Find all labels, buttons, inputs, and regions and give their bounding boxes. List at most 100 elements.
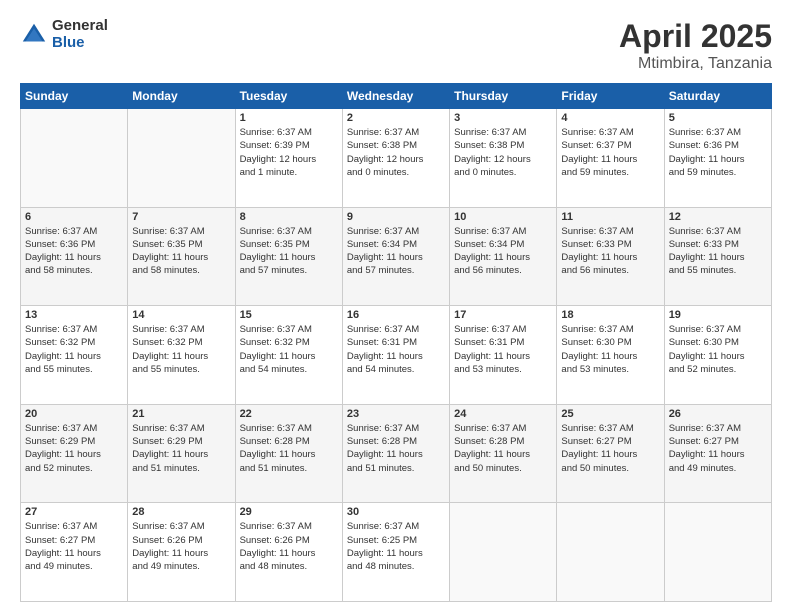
day-cell: 28 Sunrise: 6:37 AM Sunset: 6:26 PM Dayli… [128, 503, 235, 602]
logo-blue: Blue [52, 35, 108, 52]
day-number: 2 [347, 112, 445, 124]
day-number: 26 [669, 408, 767, 420]
week-row-1: 6 Sunrise: 6:37 AM Sunset: 6:36 PM Daylig… [21, 207, 772, 306]
day-info: Sunrise: 6:37 AM Sunset: 6:38 PM Dayligh… [454, 126, 552, 179]
page: General Blue April 2025 Mtimbira, Tanzan… [0, 0, 792, 612]
day-cell: 23 Sunrise: 6:37 AM Sunset: 6:28 PM Dayli… [342, 404, 449, 503]
logo-text: General Blue [52, 18, 108, 51]
day-info: Sunrise: 6:37 AM Sunset: 6:33 PM Dayligh… [561, 225, 659, 278]
day-cell: 2 Sunrise: 6:37 AM Sunset: 6:38 PM Daylig… [342, 109, 449, 208]
day-cell: 20Sunrise: 6:37 AM Sunset: 6:29 PM Dayli… [21, 404, 128, 503]
col-saturday: Saturday [664, 84, 771, 109]
day-number: 10 [454, 211, 552, 223]
day-info: Sunrise: 6:37 AM Sunset: 6:31 PM Dayligh… [454, 323, 552, 376]
week-row-2: 13Sunrise: 6:37 AM Sunset: 6:32 PM Dayli… [21, 306, 772, 405]
day-cell: 17 Sunrise: 6:37 AM Sunset: 6:31 PM Dayli… [450, 306, 557, 405]
day-number: 24 [454, 408, 552, 420]
day-info: Sunrise: 6:37 AM Sunset: 6:35 PM Dayligh… [132, 225, 230, 278]
day-cell: 4Sunrise: 6:37 AM Sunset: 6:37 PM Daylig… [557, 109, 664, 208]
day-info: Sunrise: 6:37 AM Sunset: 6:35 PM Dayligh… [240, 225, 338, 278]
day-number: 18 [561, 309, 659, 321]
day-cell: 9 Sunrise: 6:37 AM Sunset: 6:34 PM Daylig… [342, 207, 449, 306]
day-cell [450, 503, 557, 602]
col-tuesday: Tuesday [235, 84, 342, 109]
day-number: 23 [347, 408, 445, 420]
day-info: Sunrise: 6:37 AM Sunset: 6:29 PM Dayligh… [132, 422, 230, 475]
day-info: Sunrise: 6:37 AM Sunset: 6:29 PM Dayligh… [25, 422, 123, 475]
day-info: Sunrise: 6:37 AM Sunset: 6:26 PM Dayligh… [132, 520, 230, 573]
day-cell: 24 Sunrise: 6:37 AM Sunset: 6:28 PM Dayli… [450, 404, 557, 503]
day-cell: 11 Sunrise: 6:37 AM Sunset: 6:33 PM Dayli… [557, 207, 664, 306]
day-number: 30 [347, 506, 445, 518]
day-cell: 15 Sunrise: 6:37 AM Sunset: 6:32 PM Dayli… [235, 306, 342, 405]
day-number: 12 [669, 211, 767, 223]
day-number: 3 [454, 112, 552, 124]
day-info: Sunrise: 6:37 AM Sunset: 6:25 PM Dayligh… [347, 520, 445, 573]
day-cell: 29 Sunrise: 6:37 AM Sunset: 6:26 PM Dayli… [235, 503, 342, 602]
day-cell: 27Sunrise: 6:37 AM Sunset: 6:27 PM Dayli… [21, 503, 128, 602]
day-cell [128, 109, 235, 208]
day-cell [21, 109, 128, 208]
day-number: 28 [132, 506, 230, 518]
title-block: April 2025 Mtimbira, Tanzania [619, 18, 772, 73]
day-cell: 13Sunrise: 6:37 AM Sunset: 6:32 PM Dayli… [21, 306, 128, 405]
day-number: 7 [132, 211, 230, 223]
calendar-subtitle: Mtimbira, Tanzania [619, 55, 772, 73]
day-info: Sunrise: 6:37 AM Sunset: 6:27 PM Dayligh… [669, 422, 767, 475]
day-number: 1 [240, 112, 338, 124]
calendar-table: Sunday Monday Tuesday Wednesday Thursday… [20, 83, 772, 602]
day-cell: 30 Sunrise: 6:37 AM Sunset: 6:25 PM Dayli… [342, 503, 449, 602]
week-row-0: 1 Sunrise: 6:37 AM Sunset: 6:39 PM Daylig… [21, 109, 772, 208]
logo-general: General [52, 18, 108, 35]
day-info: Sunrise: 6:37 AM Sunset: 6:32 PM Dayligh… [132, 323, 230, 376]
day-info: Sunrise: 6:37 AM Sunset: 6:36 PM Dayligh… [25, 225, 123, 278]
day-number: 11 [561, 211, 659, 223]
day-cell: 5Sunrise: 6:37 AM Sunset: 6:36 PM Daylig… [664, 109, 771, 208]
col-wednesday: Wednesday [342, 84, 449, 109]
day-cell: 1 Sunrise: 6:37 AM Sunset: 6:39 PM Daylig… [235, 109, 342, 208]
logo-icon [20, 21, 48, 49]
day-number: 14 [132, 309, 230, 321]
day-number: 8 [240, 211, 338, 223]
day-info: Sunrise: 6:37 AM Sunset: 6:34 PM Dayligh… [347, 225, 445, 278]
day-info: Sunrise: 6:37 AM Sunset: 6:37 PM Dayligh… [561, 126, 659, 179]
header-row: Sunday Monday Tuesday Wednesday Thursday… [21, 84, 772, 109]
day-info: Sunrise: 6:37 AM Sunset: 6:34 PM Dayligh… [454, 225, 552, 278]
day-info: Sunrise: 6:37 AM Sunset: 6:32 PM Dayligh… [240, 323, 338, 376]
day-cell: 7 Sunrise: 6:37 AM Sunset: 6:35 PM Daylig… [128, 207, 235, 306]
calendar-title: April 2025 [619, 18, 772, 55]
col-sunday: Sunday [21, 84, 128, 109]
day-cell: 26 Sunrise: 6:37 AM Sunset: 6:27 PM Dayli… [664, 404, 771, 503]
day-cell: 21 Sunrise: 6:37 AM Sunset: 6:29 PM Dayli… [128, 404, 235, 503]
day-info: Sunrise: 6:37 AM Sunset: 6:38 PM Dayligh… [347, 126, 445, 179]
day-cell: 19Sunrise: 6:37 AM Sunset: 6:30 PM Dayli… [664, 306, 771, 405]
col-friday: Friday [557, 84, 664, 109]
day-info: Sunrise: 6:37 AM Sunset: 6:30 PM Dayligh… [669, 323, 767, 376]
day-cell: 8 Sunrise: 6:37 AM Sunset: 6:35 PM Daylig… [235, 207, 342, 306]
day-info: Sunrise: 6:37 AM Sunset: 6:28 PM Dayligh… [454, 422, 552, 475]
week-row-3: 20Sunrise: 6:37 AM Sunset: 6:29 PM Dayli… [21, 404, 772, 503]
day-number: 29 [240, 506, 338, 518]
day-info: Sunrise: 6:37 AM Sunset: 6:33 PM Dayligh… [669, 225, 767, 278]
day-number: 17 [454, 309, 552, 321]
day-info: Sunrise: 6:37 AM Sunset: 6:27 PM Dayligh… [25, 520, 123, 573]
day-cell: 16Sunrise: 6:37 AM Sunset: 6:31 PM Dayli… [342, 306, 449, 405]
day-info: Sunrise: 6:37 AM Sunset: 6:26 PM Dayligh… [240, 520, 338, 573]
day-number: 6 [25, 211, 123, 223]
day-info: Sunrise: 6:37 AM Sunset: 6:36 PM Dayligh… [669, 126, 767, 179]
day-number: 9 [347, 211, 445, 223]
header: General Blue April 2025 Mtimbira, Tanzan… [20, 18, 772, 73]
day-cell: 25Sunrise: 6:37 AM Sunset: 6:27 PM Dayli… [557, 404, 664, 503]
day-cell: 6 Sunrise: 6:37 AM Sunset: 6:36 PM Daylig… [21, 207, 128, 306]
day-number: 21 [132, 408, 230, 420]
day-info: Sunrise: 6:37 AM Sunset: 6:27 PM Dayligh… [561, 422, 659, 475]
day-info: Sunrise: 6:37 AM Sunset: 6:28 PM Dayligh… [347, 422, 445, 475]
day-info: Sunrise: 6:37 AM Sunset: 6:39 PM Dayligh… [240, 126, 338, 179]
day-info: Sunrise: 6:37 AM Sunset: 6:28 PM Dayligh… [240, 422, 338, 475]
day-number: 15 [240, 309, 338, 321]
col-thursday: Thursday [450, 84, 557, 109]
day-cell: 12 Sunrise: 6:37 AM Sunset: 6:33 PM Dayli… [664, 207, 771, 306]
day-cell [557, 503, 664, 602]
logo: General Blue [20, 18, 108, 51]
col-monday: Monday [128, 84, 235, 109]
